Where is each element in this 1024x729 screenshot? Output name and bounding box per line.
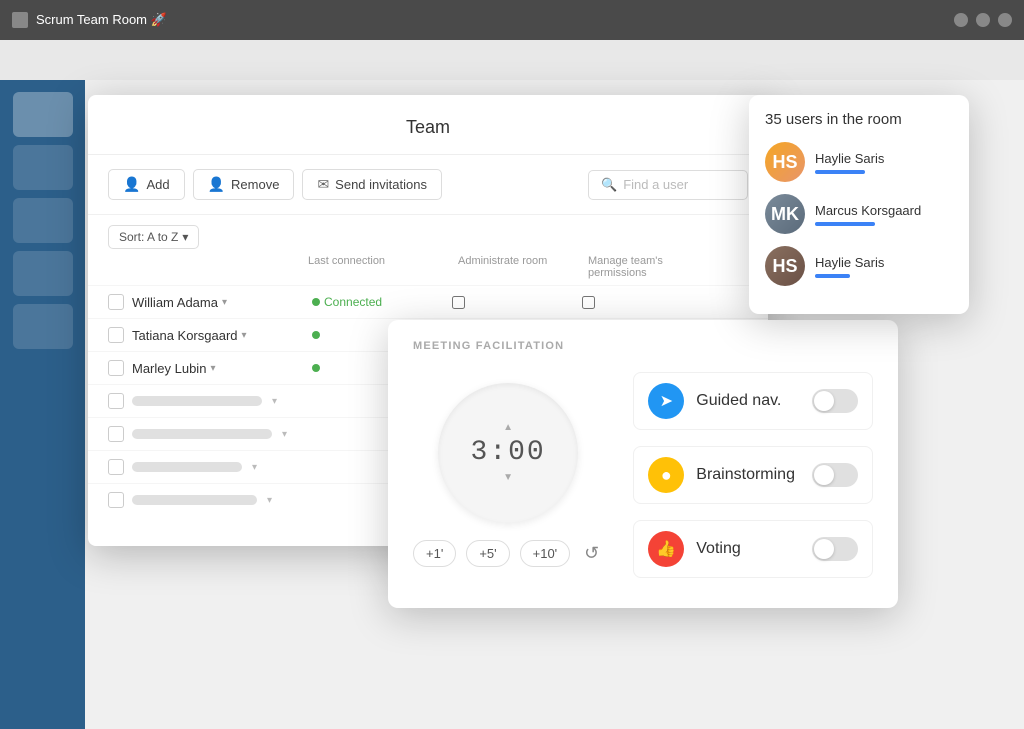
chevron-icon: ▾ xyxy=(222,297,227,308)
timer-circle: ▲ 3:00 ▼ xyxy=(438,383,578,523)
row-checkbox-1[interactable] xyxy=(108,294,124,310)
remove-button[interactable]: 👤 Remove xyxy=(193,169,295,200)
window-controls xyxy=(954,13,1012,27)
add-icon: 👤 xyxy=(123,176,140,193)
guided-nav-icon: ➤ xyxy=(648,383,684,419)
sidebar-item-2[interactable] xyxy=(13,145,73,190)
row-checkbox-3[interactable] xyxy=(108,360,124,376)
row-connection-1: Connected xyxy=(312,295,452,309)
voting-icon: 👍 xyxy=(648,531,684,567)
modal-title: Team xyxy=(88,95,768,155)
envelope-icon: ✉ xyxy=(317,176,329,193)
voting-label: Voting xyxy=(696,540,800,558)
guided-nav-label: Guided nav. xyxy=(696,392,800,410)
row-name-3: Marley Lubin ▾ xyxy=(132,361,312,376)
users-count: 35 users in the room xyxy=(765,111,953,128)
maximize-button[interactable] xyxy=(976,13,990,27)
remove-icon: 👤 xyxy=(208,176,225,193)
row-checkbox-4[interactable] xyxy=(108,393,124,409)
sort-row: Sort: A to Z ▾ xyxy=(88,215,768,255)
th-connection: Last connection xyxy=(308,255,458,279)
user-info-1: Haylie Saris xyxy=(815,151,953,174)
toggle-thumb xyxy=(814,465,834,485)
feature-voting: 👍 Voting xyxy=(633,520,873,578)
toggle-thumb xyxy=(814,539,834,559)
sort-button[interactable]: Sort: A to Z ▾ xyxy=(108,225,199,249)
plus1-button[interactable]: +1' xyxy=(413,540,456,567)
row-checkbox-6[interactable] xyxy=(108,459,124,475)
search-icon: 🔍 xyxy=(601,177,617,193)
app-icon xyxy=(12,12,28,28)
toggle-thumb xyxy=(814,391,834,411)
row-admin-1[interactable] xyxy=(452,296,582,309)
brainstorming-label: Brainstorming xyxy=(696,466,800,484)
th-name xyxy=(108,255,308,279)
chevron-down-icon: ▾ xyxy=(182,230,188,244)
timer-down-arrow[interactable]: ▼ xyxy=(503,472,513,483)
th-admin: Administrate room xyxy=(458,255,588,279)
brainstorming-toggle[interactable] xyxy=(812,463,858,487)
row-name-2: Tatiana Korsgaard ▾ xyxy=(132,328,312,343)
user-info-2: Marcus Korsgaard xyxy=(815,203,953,226)
user-name-3: Haylie Saris xyxy=(815,255,953,270)
row-checkbox-2[interactable] xyxy=(108,327,124,343)
feature-guided-nav: ➤ Guided nav. xyxy=(633,372,873,430)
features-list: ➤ Guided nav. ● Brainstorming 👍 Voting xyxy=(633,372,873,578)
feature-brainstorming: ● Brainstorming xyxy=(633,446,873,504)
sidebar-item-4[interactable] xyxy=(13,251,73,296)
user-avatar-3: HS xyxy=(765,246,805,286)
close-button[interactable] xyxy=(998,13,1012,27)
timer-up-arrow[interactable]: ▲ xyxy=(503,422,513,433)
user-item-2: MK Marcus Korsgaard xyxy=(765,194,953,234)
plus5-button[interactable]: +5' xyxy=(466,540,509,567)
table-header: Last connection Administrate room Manage… xyxy=(88,255,768,285)
chevron-icon: ▾ xyxy=(210,363,215,374)
reset-button[interactable]: ↺ xyxy=(580,539,603,568)
sidebar-item-3[interactable] xyxy=(13,198,73,243)
row-checkbox-7[interactable] xyxy=(108,492,124,508)
sidebar-item-5[interactable] xyxy=(13,304,73,349)
add-button[interactable]: 👤 Add xyxy=(108,169,185,200)
user-name-1: Haylie Saris xyxy=(815,151,953,166)
send-invitations-button[interactable]: ✉ Send invitations xyxy=(302,169,442,200)
user-status-bar-1 xyxy=(815,170,865,174)
user-status-bar-3 xyxy=(815,274,850,278)
user-name-2: Marcus Korsgaard xyxy=(815,203,953,218)
sidebar xyxy=(0,80,85,729)
voting-toggle[interactable] xyxy=(812,537,858,561)
row-name-1: William Adama ▾ xyxy=(132,295,312,310)
canvas-area: Team 👤 Add 👤 Remove ✉ Send invitations 🔍… xyxy=(0,40,1024,729)
row-manage-1[interactable] xyxy=(582,296,712,309)
row-checkbox-5[interactable] xyxy=(108,426,124,442)
sidebar-item-1[interactable] xyxy=(13,92,73,137)
user-status-bar-2 xyxy=(815,222,875,226)
meeting-title: MEETING FACILITATION xyxy=(413,340,873,352)
user-info-3: Haylie Saris xyxy=(815,255,953,278)
search-box[interactable]: 🔍 Find a user xyxy=(588,170,748,200)
timer-display: 3:00 xyxy=(471,437,546,468)
user-avatar-2: MK xyxy=(765,194,805,234)
modal-toolbar: 👤 Add 👤 Remove ✉ Send invitations 🔍 Find… xyxy=(88,155,768,215)
users-panel: 35 users in the room HS Haylie Saris MK … xyxy=(749,95,969,314)
minimize-button[interactable] xyxy=(954,13,968,27)
meeting-content: ▲ 3:00 ▼ +1' +5' +10' ↺ ➤ Guided nav. xyxy=(413,372,873,578)
user-item-1: HS Haylie Saris xyxy=(765,142,953,182)
timer-container: ▲ 3:00 ▼ +1' +5' +10' ↺ xyxy=(413,383,603,568)
app-title: Scrum Team Room 🚀 xyxy=(36,12,946,28)
th-manage: Manage team's permissions xyxy=(588,255,718,279)
brainstorming-icon: ● xyxy=(648,457,684,493)
plus10-button[interactable]: +10' xyxy=(520,540,571,567)
guided-nav-toggle[interactable] xyxy=(812,389,858,413)
meeting-panel: MEETING FACILITATION ▲ 3:00 ▼ +1' +5' +1… xyxy=(388,320,898,608)
chevron-icon: ▾ xyxy=(242,330,247,341)
table-row: William Adama ▾ Connected xyxy=(88,285,768,318)
user-avatar-1: HS xyxy=(765,142,805,182)
timer-controls: +1' +5' +10' ↺ xyxy=(413,539,603,568)
titlebar: Scrum Team Room 🚀 xyxy=(0,0,1024,40)
user-item-3: HS Haylie Saris xyxy=(765,246,953,286)
